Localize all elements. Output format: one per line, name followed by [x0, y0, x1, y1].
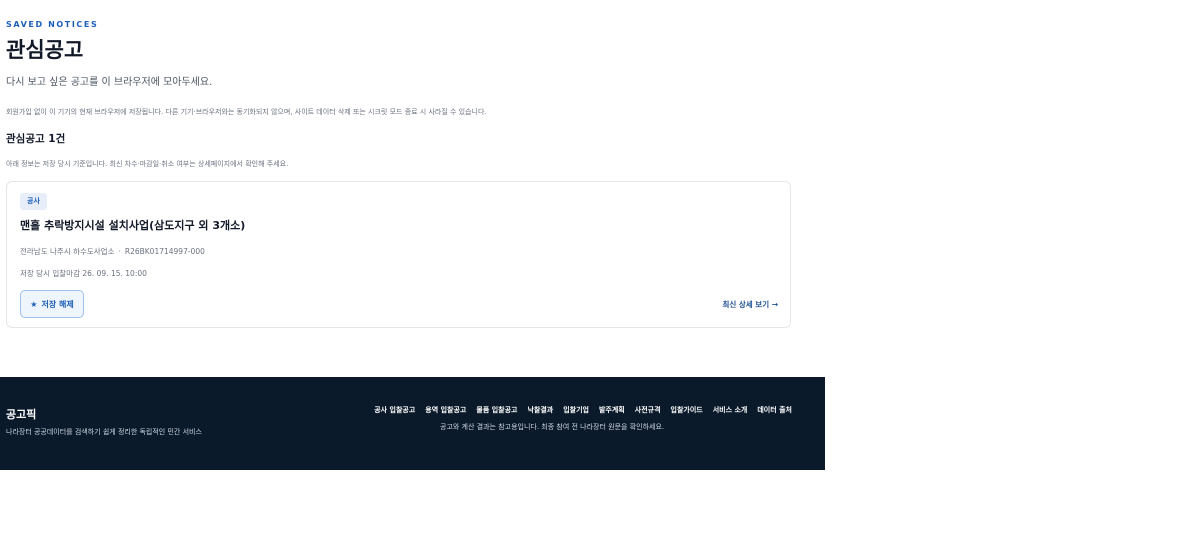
star-icon: ★ — [30, 299, 38, 309]
notice-title: 맨홀 추락방지시설 설치사업(삼도지구 외 3개소) — [20, 219, 246, 232]
category-badge: 공사 — [20, 193, 47, 210]
footer-link-award-results[interactable]: 낙찰결과 — [527, 405, 553, 415]
saved-count: 관심공고 1건 — [6, 133, 66, 145]
footer-disclaimer: 공고와 계산 결과는 참고용입니다. 최종 참여 전 나라장터 원문을 확인하세… — [440, 423, 665, 431]
footer-link-bid-guide[interactable]: 입찰가이드 — [671, 405, 703, 415]
basis-note: 아래 정보는 저장 당시 기준입니다. 최신 차수·마감일·취소 여부는 상세페… — [6, 160, 289, 168]
footer-link-pre-specs[interactable]: 사전규격 — [635, 405, 661, 415]
footer-link-service-bids[interactable]: 용역 입찰공고 — [425, 405, 466, 415]
section-eyebrow: SAVED NOTICES — [6, 20, 99, 29]
footer-link-goods-bids[interactable]: 물품 입찰공고 — [476, 405, 517, 415]
footer-link-bidding-companies[interactable]: 입찰기업 — [563, 405, 589, 415]
footer-tagline: 나라장터 공공데이터를 검색하기 쉽게 정리한 독립적인 민간 서비스 — [6, 428, 202, 436]
storage-notice: 회원가입 없이 이 기기의 현재 브라우저에 저장됩니다. 다른 기기·브라우저… — [6, 108, 487, 116]
footer-link-data-source[interactable]: 데이터 출처 — [757, 405, 792, 415]
page-subtitle: 다시 보고 싶은 공고를 이 브라우저에 모아두세요. — [6, 77, 213, 88]
saved-deadline: 저장 당시 입찰마감 26. 09. 15. 10:00 — [20, 269, 147, 278]
unsave-button[interactable]: ★ 저장 해제 — [20, 290, 84, 318]
footer-link-about[interactable]: 서비스 소개 — [713, 405, 748, 415]
notice-meta: 전라남도 나주시 하수도사업소 · R26BK01714997-000 — [20, 246, 205, 257]
agency-name: 전라남도 나주시 하수도사업소 — [20, 247, 115, 256]
footer-brand[interactable]: 공고픽 — [6, 406, 36, 422]
footer-nav: 공사 입찰공고 용역 입찰공고 물품 입찰공고 낙찰결과 입찰기업 발주계획 사… — [374, 405, 792, 415]
notice-number: R26BK01714997-000 — [124, 247, 205, 256]
view-latest-detail-link[interactable]: 최신 상세 보기 → — [722, 299, 778, 310]
meta-separator: · — [118, 247, 121, 256]
page-title: 관심공고 — [6, 38, 84, 62]
unsave-label: 저장 해제 — [41, 299, 74, 309]
footer-link-procurement-plans[interactable]: 발주계획 — [599, 405, 625, 415]
saved-notice-card: 공사 맨홀 추락방지시설 설치사업(삼도지구 외 3개소) 전라남도 나주시 하… — [6, 181, 791, 328]
footer-link-construction-bids[interactable]: 공사 입찰공고 — [374, 405, 415, 415]
site-footer: 공고픽 나라장터 공공데이터를 검색하기 쉽게 정리한 독립적인 민간 서비스 … — [0, 377, 825, 470]
